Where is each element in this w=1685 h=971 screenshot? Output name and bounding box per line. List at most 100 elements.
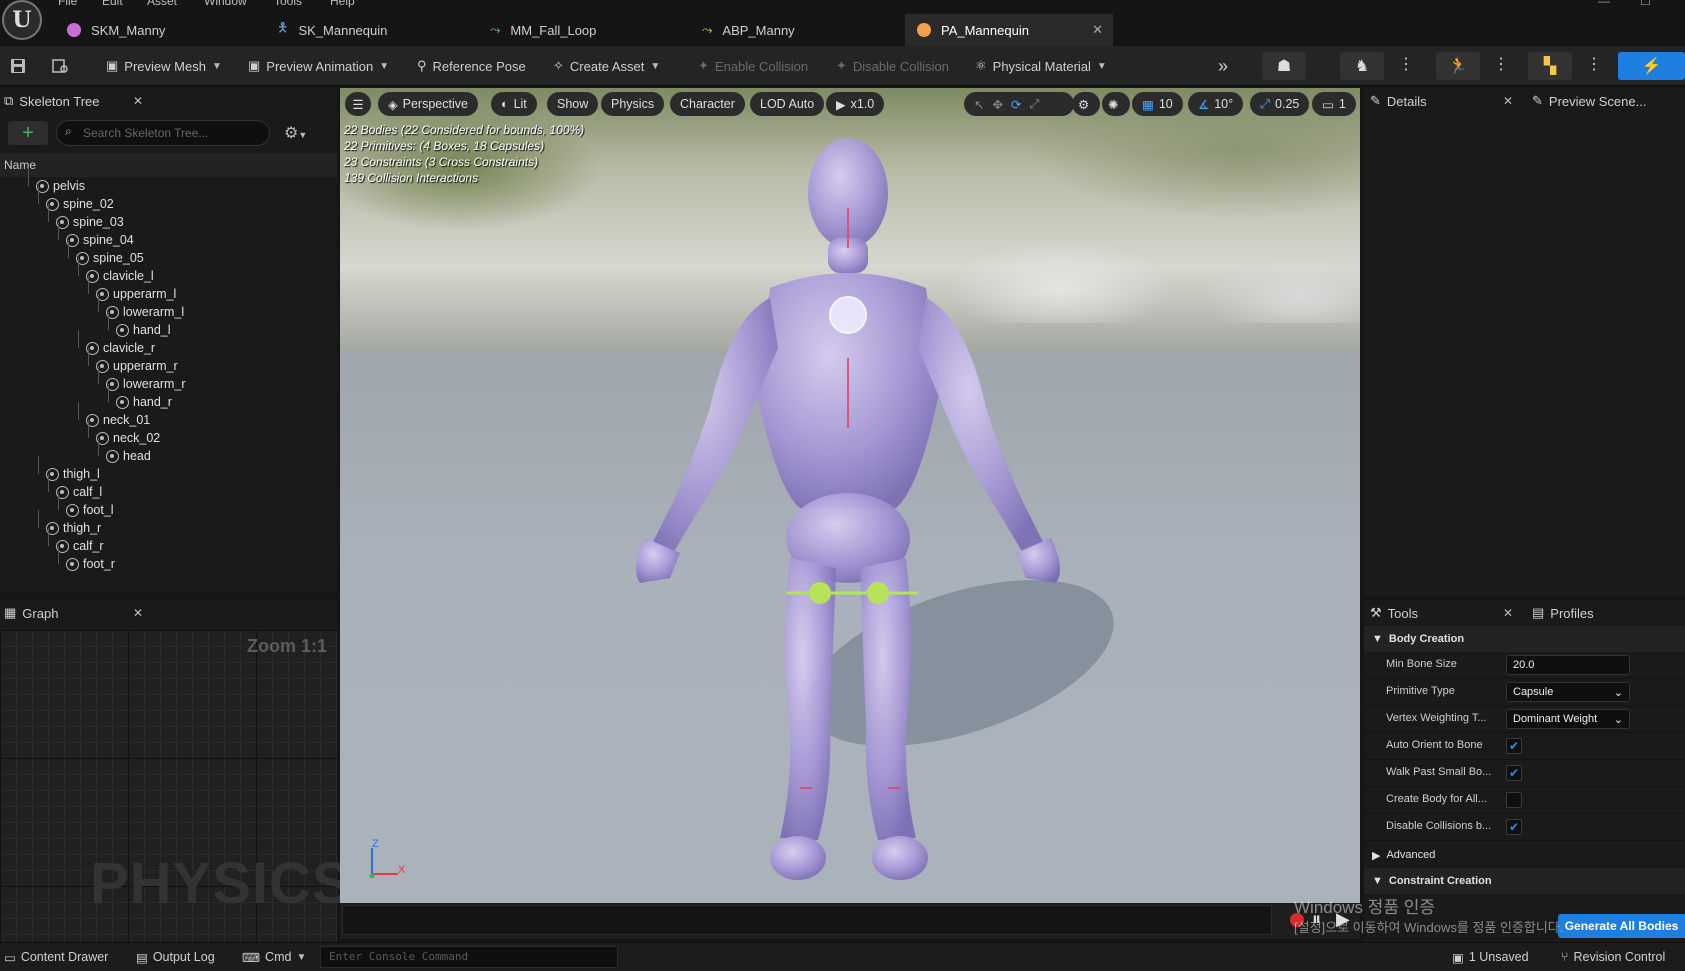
physical-material-button[interactable]: ⚛ Physical Material ▼ [975,46,1107,86]
tools-tab[interactable]: ⚒ Tools [1370,600,1418,626]
reference-pose-button[interactable]: ⚲ Reference Pose [417,46,526,86]
menu-file[interactable]: File [58,0,77,8]
move-icon[interactable]: ✥ [992,97,1002,112]
advanced-section[interactable]: ▶ Advanced [1364,842,1685,868]
grid-snap-button[interactable]: ▦ 10 [1132,92,1183,116]
maximize-icon[interactable]: ☐ [1640,0,1651,8]
preview-mesh-button[interactable]: ▣ Preview Mesh ▼ [106,46,222,86]
physics-button[interactable]: Physics [601,92,665,116]
bone-row-lowerarm-l[interactable]: lowerarm_l [106,303,184,321]
menu-help[interactable]: Help [330,0,355,8]
lod-button[interactable]: LOD Auto [750,92,825,116]
minimize-icon[interactable]: — [1598,0,1610,8]
search-input[interactable]: ⌕ Search Skeleton Tree... [56,120,270,146]
preview-animation-button[interactable]: ▣ Preview Animation ▼ [248,46,389,86]
save-icon[interactable] [10,46,26,86]
bone-row-spine-03[interactable]: spine_03 [56,213,124,231]
viewport-menu-icon[interactable]: ☰ [345,92,371,116]
bone-row-thigh-r[interactable]: thigh_r [46,519,101,537]
unsaved-button[interactable]: ▣ 1 Unsaved [1452,946,1529,968]
bone-row-neck-01[interactable]: neck_01 [86,411,150,429]
property-checkbox[interactable] [1506,792,1522,808]
show-button[interactable]: Show [547,92,599,116]
options-icon[interactable]: ⋮ [1493,54,1509,74]
tab-pa-mannequin[interactable]: PA_Mannequin ✕ [905,14,1113,46]
close-icon[interactable]: ✕ [133,94,143,108]
camera-speed-button[interactable]: ▭ 1 [1312,92,1356,116]
unreal-logo-icon[interactable]: U [2,0,42,40]
generate-all-bodies-button[interactable]: Generate All Bodies [1558,914,1685,938]
console-input[interactable]: Enter Console Command [320,946,618,968]
perspective-button[interactable]: ◈ Perspective [378,92,478,116]
body-creation-section[interactable]: ▼ Body Creation [1364,626,1685,652]
bone-row-foot-r[interactable]: foot_r [66,555,115,573]
bone-row-upperarm-l[interactable]: upperarm_l [96,285,176,303]
bone-row-clavicle-l[interactable]: clavicle_l [86,267,154,285]
profiles-tab[interactable]: ▤ Profiles [1532,600,1594,626]
close-icon[interactable]: ✕ [133,606,143,620]
bone-row-thigh-l[interactable]: thigh_l [46,465,100,483]
skeleton-mode-icon[interactable]: ☗ [1262,52,1306,80]
world-local-icon[interactable]: ⚙ [1072,92,1100,116]
scale-icon[interactable]: ⤢ [1029,97,1039,112]
skeleton-tree-tab[interactable]: ⧉ Skeleton Tree [4,88,100,114]
details-tab[interactable]: ✎ Details [1370,88,1427,114]
graph-tab[interactable]: ▦ Graph [4,600,58,626]
bone-row-hand-r[interactable]: hand_r [116,393,172,411]
physics-asset-mode-icon[interactable]: ⚡ [1618,52,1685,80]
rotate-icon[interactable]: ⟳ [1011,97,1021,112]
options-icon[interactable]: ⋮ [1398,54,1414,74]
enable-collision-button[interactable]: ✦ Enable Collision [698,46,808,86]
bone-row-clavicle-r[interactable]: clavicle_r [86,339,155,357]
bone-row-spine-04[interactable]: spine_04 [66,231,134,249]
constraint-creation-section[interactable]: ▼ Constraint Creation [1364,868,1685,894]
bone-row-calf-l[interactable]: calf_l [56,483,102,501]
property-input[interactable]: 20.0 [1506,655,1630,675]
bone-row-foot-l[interactable]: foot_l [66,501,114,519]
more-tools-icon[interactable]: » [1218,46,1228,86]
property-checkbox[interactable]: ✔ [1506,819,1522,835]
lit-button[interactable]: ◐ Lit [491,92,537,116]
bone-row-spine-05[interactable]: spine_05 [76,249,144,267]
bone-row-upperarm-r[interactable]: upperarm_r [96,357,178,375]
bone-row-calf-r[interactable]: calf_r [56,537,104,555]
rotation-snap-button[interactable]: ∡ 10° [1188,92,1244,116]
tab-sk-mannequin[interactable]: 🯅 SK_Mannequin [265,14,475,46]
tab-skm-manny[interactable]: SKM_Manny [55,14,265,46]
bone-row-neck-02[interactable]: neck_02 [96,429,160,447]
physics-mode-icon[interactable]: ♞ [1340,52,1384,80]
create-asset-button[interactable]: ✧ Create Asset ▼ [553,46,660,86]
disable-collision-button[interactable]: ✦ Disable Collision [836,46,949,86]
property-select[interactable]: Dominant Weight ⌄ [1506,709,1630,729]
content-drawer-button[interactable]: ▭ Content Drawer [4,946,108,968]
property-select[interactable]: Capsule ⌄ [1506,682,1630,702]
property-checkbox[interactable]: ✔ [1506,738,1522,754]
close-icon[interactable]: ✕ [1092,22,1103,38]
options-icon[interactable]: ⋮ [1586,54,1602,74]
browse-icon[interactable] [52,46,70,86]
property-checkbox[interactable]: ✔ [1506,765,1522,781]
bone-row-hand-l[interactable]: hand_l [116,321,171,339]
surface-snap-icon[interactable]: ✺ [1102,92,1130,116]
close-icon[interactable]: ✕ [1503,606,1513,620]
bone-row-head[interactable]: head [106,447,151,465]
preview-scene-tab[interactable]: ✎ Preview Scene... [1532,88,1646,114]
menu-window[interactable]: Window [204,0,247,8]
tab-mm-fall-loop[interactable]: ⤳ MM_Fall_Loop [478,14,688,46]
menu-asset[interactable]: Asset [147,0,177,8]
menu-edit[interactable]: Edit [102,0,123,8]
bone-row-spine-02[interactable]: spine_02 [46,195,114,213]
transform-tools[interactable]: ↖ ✥ ⟳ ⤢ [964,92,1074,116]
revision-control-button[interactable]: ⑂ Revision Control [1561,946,1665,968]
mannequin-figure[interactable] [340,88,1360,903]
gear-icon[interactable]: ⚙▼ [284,123,307,143]
close-icon[interactable]: ✕ [1503,94,1513,108]
simulate-mode-icon[interactable]: 🏃 [1436,52,1480,80]
character-button[interactable]: Character [670,92,745,116]
playback-speed-button[interactable]: ▶ x1.0 [826,92,885,116]
scale-snap-button[interactable]: ⤢ 0.25 [1250,92,1310,116]
menu-tools[interactable]: Tools [274,0,302,8]
tab-abp-manny[interactable]: ⤳ ABP_Manny [690,14,900,46]
blueprint-mode-icon[interactable]: ▚ [1528,52,1572,80]
timeline-track[interactable] [342,905,1272,935]
